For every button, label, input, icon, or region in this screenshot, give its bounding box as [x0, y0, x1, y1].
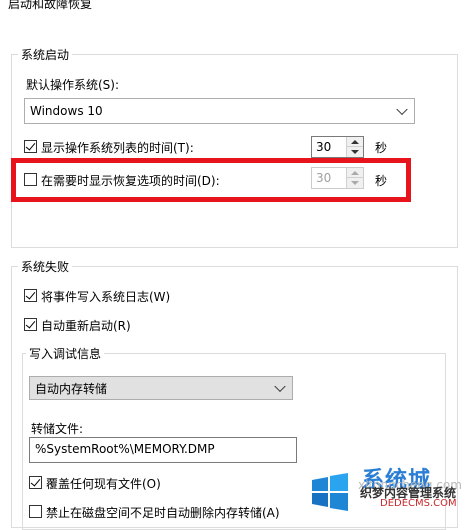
- dump-file-input[interactable]: %SystemRoot%\MEMORY.DMP: [29, 437, 297, 463]
- dump-type-select[interactable]: 自动内存转储: [29, 376, 293, 400]
- chevron-down-icon: [396, 103, 408, 116]
- highlight-box: [11, 158, 411, 202]
- overwrite-label: 覆盖任何现有文件(O): [46, 477, 161, 491]
- spinner-down-button[interactable]: [347, 147, 363, 157]
- dialog-title: 启动和故障恢复: [8, 0, 93, 11]
- dump-type-value: 自动内存转储: [35, 381, 108, 396]
- windows-logo-icon: [312, 473, 348, 511]
- default-os-value: Windows 10: [30, 104, 103, 118]
- auto-restart-checkbox[interactable]: [24, 318, 37, 331]
- system-startup-title: 系统启动: [18, 46, 73, 63]
- chevron-down-icon: [274, 380, 286, 393]
- default-os-select[interactable]: Windows 10: [24, 98, 415, 124]
- spinner-up-button[interactable]: [347, 137, 363, 147]
- overwrite-checkbox[interactable]: [29, 476, 42, 489]
- write-event-log-label: 将事件写入系统日志(W): [41, 290, 171, 304]
- default-os-label: 默认操作系统(S):: [26, 78, 120, 92]
- auto-restart-label: 自动重新启动(R): [41, 319, 131, 333]
- arrow-down-icon: [351, 150, 359, 154]
- show-os-list-unit: 秒: [375, 141, 388, 155]
- show-os-list-label: 显示操作系统列表的时间(T):: [41, 141, 194, 155]
- disable-auto-delete-label: 禁止在磁盘空间不足时自动删除内存转储(A): [46, 506, 280, 520]
- disable-auto-delete-checkbox[interactable]: [29, 505, 42, 518]
- watermark: 系统城 xitongcheng.com 织梦内容管理系统 DEDECMS.COM: [308, 462, 469, 519]
- show-os-list-spinner[interactable]: 30: [311, 136, 364, 158]
- write-event-log-checkbox[interactable]: [24, 289, 37, 302]
- debug-info-title: 写入调试信息: [26, 345, 105, 362]
- spinner-arrows: [346, 137, 363, 157]
- watermark-site-url: DEDECMS.COM: [380, 498, 457, 509]
- show-os-list-value: 30: [316, 140, 332, 154]
- arrow-up-icon: [351, 140, 359, 144]
- system-failure-title: 系统失败: [18, 258, 73, 275]
- show-os-list-checkbox[interactable]: [24, 140, 37, 153]
- dump-file-label: 转储文件:: [31, 422, 84, 436]
